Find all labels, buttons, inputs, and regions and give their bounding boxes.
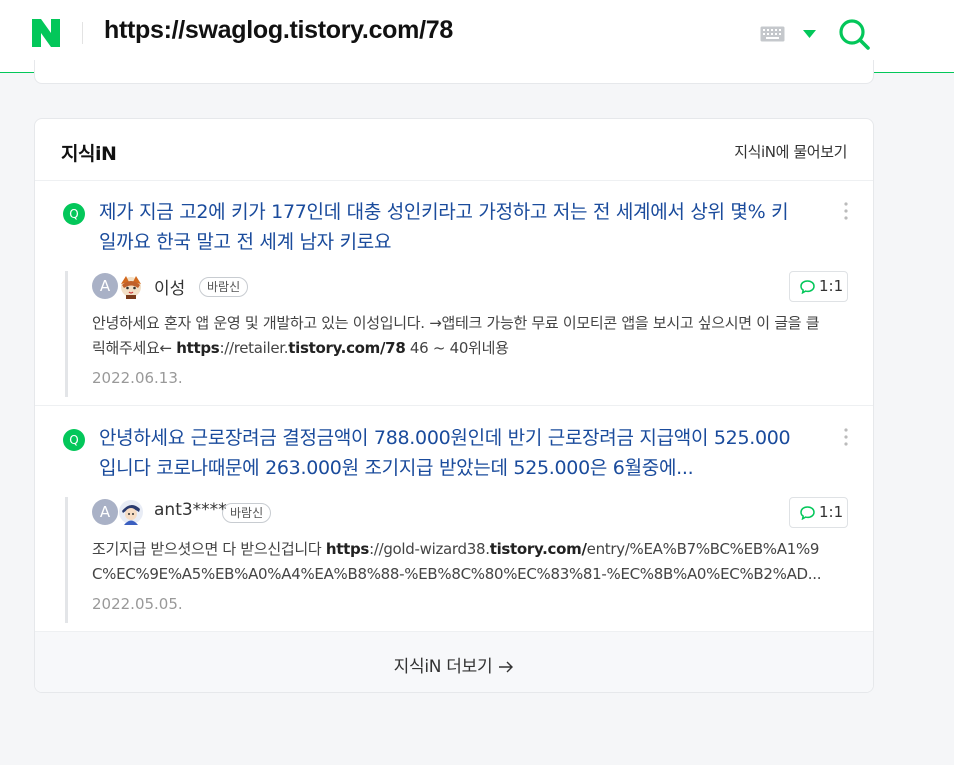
answerer-grade-badge: 바람신 — [222, 503, 272, 523]
one-on-one-chat-button[interactable]: 1:1 — [789, 497, 848, 528]
previous-card — [34, 60, 874, 84]
kin-more-link[interactable]: 지식iN 더보기 — [394, 652, 515, 677]
answerer-grade-avatar: A — [92, 499, 118, 525]
question-title-link[interactable]: 제가 지금 고2에 키가 177인데 대충 성인키라고 가정하고 저는 전 세계… — [99, 197, 799, 257]
answerer-grade-avatar: A — [92, 273, 118, 299]
naver-logo-icon[interactable] — [32, 19, 60, 47]
answer-block: A ant3**** 바람신 1:1 조기지급 받으셧으면 다 받으신겁니다 h… — [65, 497, 848, 623]
chat-bubble-icon — [800, 506, 815, 520]
kin-ask-link[interactable]: 지식iN에 물어보기 — [734, 141, 847, 162]
chat-label: 1:1 — [819, 277, 844, 295]
answerer-name[interactable]: ant3**** — [154, 500, 227, 520]
kin-title: 지식iN — [61, 143, 117, 165]
search-icon[interactable] — [838, 18, 870, 50]
answerer-grade-badge: 바람신 — [199, 277, 249, 297]
kin-card-header: 지식iN 지식iN에 물어보기 — [35, 119, 873, 181]
kin-item: Q 제가 지금 고2에 키가 177인데 대충 성인키라고 가정하고 저는 전 … — [35, 181, 873, 406]
answer-date: 2022.06.13. — [92, 369, 183, 387]
answerer-avatar-icon[interactable] — [118, 273, 144, 299]
divider — [82, 22, 83, 44]
keyboard-icon[interactable] — [760, 26, 785, 42]
arrow-right-icon — [499, 661, 514, 673]
answerer-name[interactable]: 이성 — [154, 274, 185, 299]
more-vertical-icon[interactable] — [843, 427, 849, 447]
kin-more-label: 지식iN 더보기 — [393, 657, 493, 677]
question-badge: Q — [63, 429, 85, 451]
answer-block: A 이성 바람신 1:1 안녕하세요 혼자 앱 운영 및 개발하고 있는 이성입… — [65, 271, 848, 397]
kin-more-footer: 지식iN 더보기 — [35, 631, 873, 692]
answer-text[interactable]: 조기지급 받으셧으면 다 받으신겁니다 https://gold-wizard3… — [92, 537, 828, 587]
answerer-avatar-icon[interactable] — [118, 499, 144, 525]
kin-item: Q 안녕하세요 근로장려금 결정금액이 788.000원인데 반기 근로장려금 … — [35, 407, 873, 631]
chat-bubble-icon — [800, 280, 815, 294]
more-vertical-icon[interactable] — [843, 201, 849, 221]
question-title-link[interactable]: 안녕하세요 근로장려금 결정금액이 788.000원인데 반기 근로장려금 지급… — [99, 423, 799, 483]
chevron-down-icon[interactable] — [803, 30, 816, 38]
search-input[interactable]: https://swaglog.tistory.com/78 — [104, 16, 453, 45]
one-on-one-chat-button[interactable]: 1:1 — [789, 271, 848, 302]
answer-date: 2022.05.05. — [92, 595, 183, 613]
kin-card: 지식iN 지식iN에 물어보기 Q 제가 지금 고2에 키가 177인데 대충 … — [34, 118, 874, 693]
question-badge: Q — [63, 203, 85, 225]
answer-text[interactable]: 안녕하세요 혼자 앱 운영 및 개발하고 있는 이성입니다. →앱테크 가능한 … — [92, 311, 828, 361]
chat-label: 1:1 — [819, 503, 844, 521]
